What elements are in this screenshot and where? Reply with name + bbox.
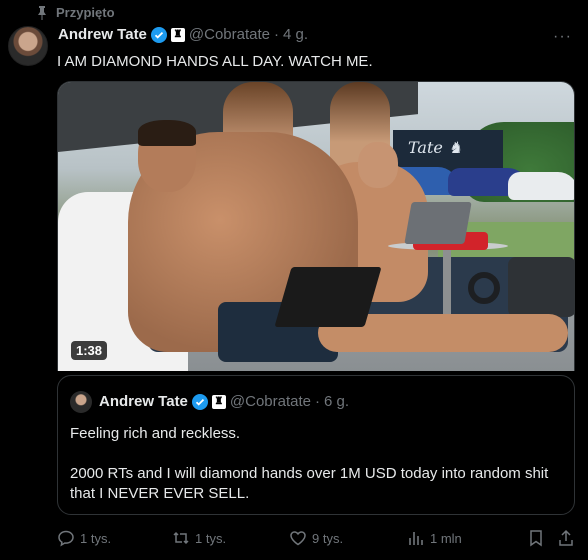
reply-icon xyxy=(58,530,74,547)
quote-header: Andrew Tate ♜ @Cobratate · 6 g. xyxy=(99,393,349,410)
bookmark-icon xyxy=(530,530,542,547)
quote-timestamp[interactable]: 6 g. xyxy=(324,393,349,410)
video-frame: Tate ♞ xyxy=(58,82,574,371)
author-handle[interactable]: @Cobratate xyxy=(189,26,270,43)
quote-line: 2000 RTs and I will diamond hands over 1… xyxy=(70,465,549,502)
person-hair xyxy=(138,120,196,146)
quote-text: Feeling rich and reckless. 2000 RTs and … xyxy=(70,424,565,504)
person-head xyxy=(358,142,398,188)
quote-line xyxy=(70,444,565,464)
separator: · xyxy=(315,393,321,410)
quote-line: Feeling rich and reckless. xyxy=(70,425,241,442)
video-player[interactable]: Tate ♞ 1:38 xyxy=(57,81,575,371)
views-icon xyxy=(409,532,423,545)
share-button[interactable] xyxy=(557,526,575,550)
verified-badge-icon[interactable] xyxy=(191,393,208,410)
car xyxy=(508,172,574,200)
separator: · xyxy=(274,26,280,43)
views-button[interactable]: 1 mln xyxy=(407,526,462,550)
author-avatar[interactable] xyxy=(8,26,48,66)
retweet-icon xyxy=(173,531,189,545)
pinned-indicator: Przypięto xyxy=(36,5,115,20)
affiliate-badge-icon[interactable]: ♜ xyxy=(170,27,185,42)
tweet-timestamp[interactable]: 4 g. xyxy=(283,26,308,43)
video-duration-badge: 1:38 xyxy=(71,341,108,360)
like-button[interactable]: 9 tys. xyxy=(289,526,343,550)
share-icon xyxy=(559,529,573,546)
like-count: 9 tys. xyxy=(312,530,344,546)
quoted-tweet[interactable]: Andrew Tate ♜ @Cobratate · 6 g. Feeling … xyxy=(57,375,575,515)
tweet-text: I AM DIAMOND HANDS ALL DAY. WATCH ME. xyxy=(57,53,373,70)
quote-author-avatar[interactable] xyxy=(70,391,92,413)
reply-count: 1 tys. xyxy=(80,530,112,546)
author-name[interactable]: Andrew Tate xyxy=(58,26,147,43)
quote-author-name[interactable]: Andrew Tate xyxy=(99,393,188,410)
more-options-icon[interactable]: ··· xyxy=(553,28,572,46)
retweet-button[interactable]: 1 tys. xyxy=(172,526,226,550)
machine xyxy=(508,257,574,317)
retweet-count: 1 tys. xyxy=(195,530,227,546)
pinned-label: Przypięto xyxy=(56,5,115,20)
laptop xyxy=(274,267,382,327)
views-count: 1 mln xyxy=(430,530,462,546)
reply-button[interactable]: 1 tys. xyxy=(57,526,111,550)
wheel xyxy=(468,272,500,304)
quote-author-handle[interactable]: @Cobratate xyxy=(230,393,311,410)
building-logo: Tate ♞ xyxy=(408,138,463,157)
laptop xyxy=(404,202,472,244)
pin-icon xyxy=(38,5,46,20)
tweet-header: Andrew Tate ♜ @Cobratate · 4 g. xyxy=(58,26,308,43)
affiliate-badge-icon[interactable]: ♜ xyxy=(211,394,226,409)
bookmark-button[interactable] xyxy=(527,526,545,550)
heart-icon xyxy=(290,531,306,546)
action-bar: 1 tys. 1 tys. 9 tys. 1 mln xyxy=(57,526,575,550)
verified-badge-icon[interactable] xyxy=(150,26,167,43)
